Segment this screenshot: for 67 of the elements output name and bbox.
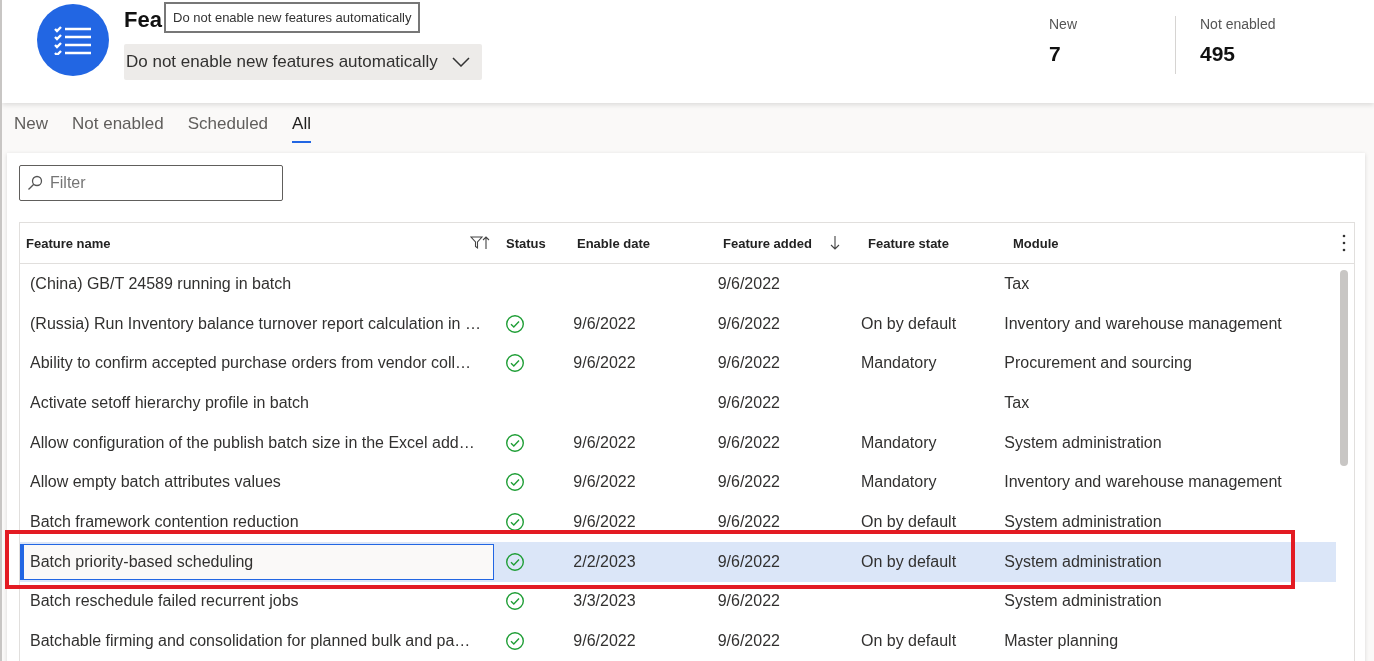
page-title: Fea — [124, 7, 162, 33]
scrollbar-thumb[interactable] — [1340, 270, 1348, 466]
stat-value: 495 — [1200, 42, 1237, 66]
feature-name[interactable]: (China) GB/T 24589 running in batch — [30, 274, 292, 293]
table-cell: Procurement and sourcing — [1004, 354, 1192, 373]
chevron-down-icon — [451, 57, 470, 67]
feature-name[interactable]: Allow configuration of the publish batch size in the Excel add… — [30, 433, 475, 452]
filter-sort-icon[interactable] — [470, 235, 490, 251]
table-cell: 9/6/2022 — [573, 512, 636, 531]
feature-name[interactable]: Batchable firming and consolidation for planned bulk and pa… — [30, 632, 471, 651]
tab[interactable]: New — [14, 113, 48, 143]
table-cell: Mandatory — [860, 433, 937, 452]
column-header[interactable]: Module — [1013, 235, 1059, 251]
tab[interactable]: All — [292, 113, 311, 143]
table-cell: On by default — [860, 552, 957, 571]
table-cell: 9/6/2022 — [717, 632, 780, 651]
stat-value: 7 — [1049, 42, 1062, 66]
column-header[interactable]: Status — [506, 235, 546, 251]
table-cell: System administration — [1004, 433, 1162, 452]
table-cell: On by default — [860, 314, 957, 333]
table-cell: 9/6/2022 — [717, 393, 780, 412]
table-cell: 9/6/2022 — [717, 314, 780, 333]
table-cell: 9/6/2022 — [573, 433, 636, 452]
table-cell: 9/6/2022 — [717, 512, 780, 531]
table-cell: Tax — [1004, 393, 1030, 412]
feature-name[interactable]: (Russia) Run Inventory balance turnover report calculation in … — [30, 314, 481, 333]
table-cell: 9/6/2022 — [573, 632, 636, 651]
table-cell: System administration — [1004, 552, 1162, 571]
filter-field[interactable]: Filter — [19, 165, 283, 201]
table-cell: 9/6/2022 — [573, 314, 636, 333]
dropdown[interactable]: Do not enable new features automatically — [124, 44, 482, 80]
feature-name[interactable]: Ability to confirm accepted purchase orders from vendor coll… — [30, 354, 472, 373]
table-cell: 2/2/2023 — [573, 552, 636, 571]
column-header[interactable]: Feature state — [868, 235, 949, 251]
table-cell: 9/6/2022 — [717, 433, 780, 452]
table-cell: On by default — [860, 512, 957, 531]
feature-name[interactable]: Batch reschedule failed recurrent jobs — [30, 592, 299, 611]
feature-name[interactable]: Batch framework contention reduction — [30, 512, 299, 531]
feature-name[interactable]: Allow empty batch attributes values — [30, 473, 281, 492]
table-cell: System administration — [1004, 512, 1162, 531]
table-cell: On by default — [860, 632, 957, 651]
feature-name[interactable]: Activate setoff hierarchy profile in batch — [30, 393, 309, 412]
more-options-icon[interactable] — [1342, 234, 1346, 252]
table-cell: Inventory and warehouse management — [1004, 314, 1282, 333]
stat-label: New — [1049, 16, 1078, 32]
column-header[interactable]: Feature name — [26, 235, 111, 251]
table-cell: 9/6/2022 — [717, 473, 780, 492]
table-cell: 9/6/2022 — [573, 354, 636, 373]
column-header[interactable]: Enable date — [577, 235, 650, 251]
table-cell: 9/6/2022 — [717, 274, 780, 293]
table-cell: Mandatory — [860, 473, 937, 492]
table-cell: 3/3/2023 — [573, 592, 636, 611]
stat-label: Not enabled — [1200, 16, 1277, 32]
table-cell: 9/6/2022 — [573, 473, 636, 492]
sort-down-arrow-icon — [829, 235, 840, 251]
column-header[interactable]: Feature added — [723, 235, 812, 251]
table-cell: Mandatory — [860, 354, 937, 373]
table-cell: Inventory and warehouse management — [1004, 473, 1282, 492]
table-cell: 9/6/2022 — [717, 552, 780, 571]
tab[interactable]: Scheduled — [187, 113, 269, 143]
table-cell: Tax — [1004, 274, 1030, 293]
tooltip: Do not enable new features automatically — [164, 2, 421, 33]
tab[interactable]: Not enabled — [72, 113, 164, 143]
table-cell: System administration — [1004, 592, 1162, 611]
table-cell: Master planning — [1004, 632, 1119, 651]
table-cell: 9/6/2022 — [717, 592, 780, 611]
table-cell: 9/6/2022 — [717, 354, 780, 373]
